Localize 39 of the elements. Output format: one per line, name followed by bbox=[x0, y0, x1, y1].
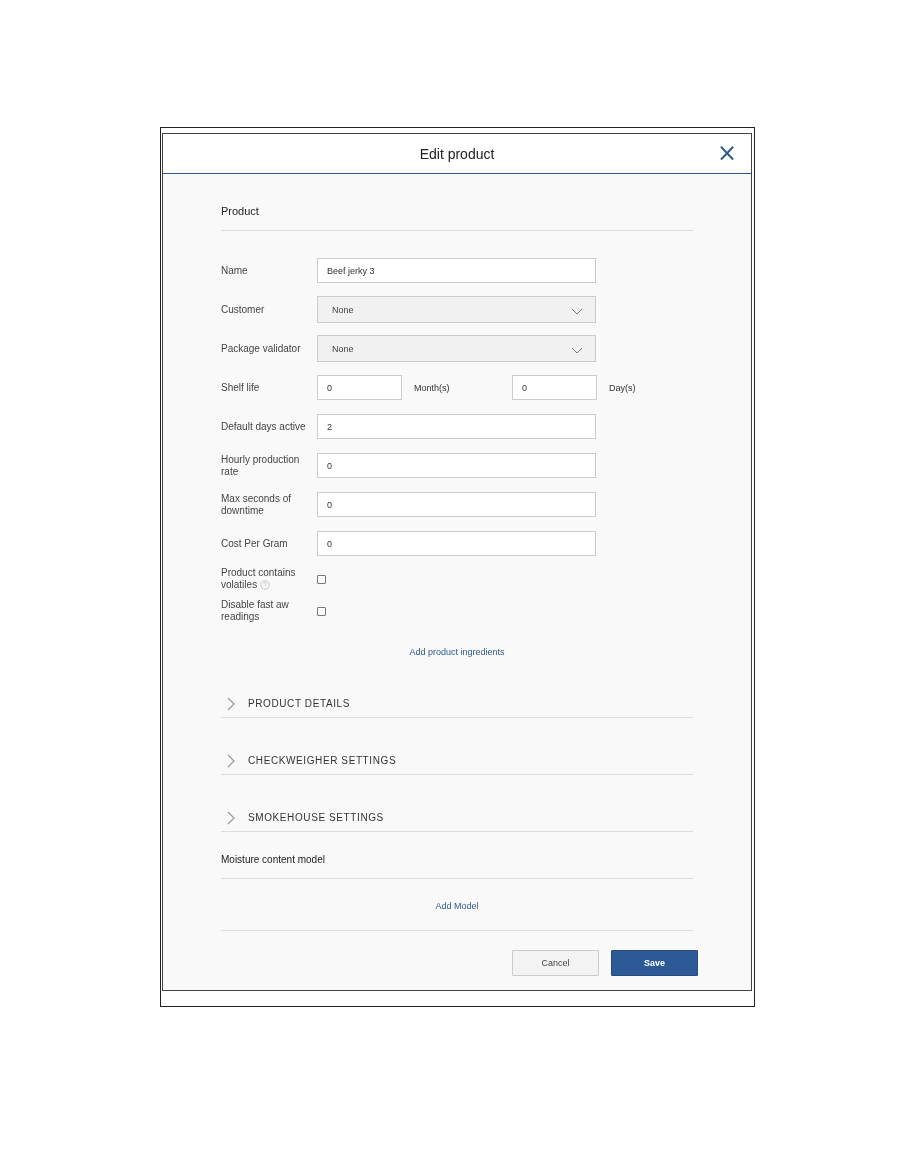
checkbox[interactable] bbox=[317, 606, 326, 616]
close-button[interactable]: × bbox=[714, 143, 739, 163]
field-label: Max seconds of downtime bbox=[221, 492, 293, 517]
section-heading: Product bbox=[221, 174, 693, 231]
field-label: Shelf life bbox=[221, 381, 261, 394]
input-field[interactable]: 0 bbox=[317, 492, 596, 517]
field-label: Cost Per Gram bbox=[221, 537, 289, 550]
accordion-header[interactable]: CHECKWEIGHER SETTINGS bbox=[221, 747, 693, 775]
add-model-link[interactable]: Add Model bbox=[435, 901, 479, 911]
dropdown[interactable]: None bbox=[317, 296, 596, 323]
input-field[interactable]: 0 bbox=[317, 531, 596, 556]
input-field[interactable]: Beef jerky 3 bbox=[317, 258, 596, 283]
accordion-label: SMOKEHOUSE SETTINGS bbox=[248, 812, 384, 823]
input-field[interactable]: 0 bbox=[317, 375, 402, 400]
save-button[interactable]: Save bbox=[611, 950, 698, 976]
add-ingredients-link[interactable]: Add product ingredients bbox=[409, 647, 505, 657]
field-label: Name bbox=[221, 264, 249, 277]
unit-label: Day(s) bbox=[608, 382, 636, 393]
input-field[interactable]: 2 bbox=[317, 414, 596, 439]
input-field[interactable]: 0 bbox=[512, 375, 597, 400]
accordion-label: PRODUCT DETAILS bbox=[248, 698, 350, 709]
dropdown[interactable]: None bbox=[317, 335, 596, 362]
unit-label: Month(s) bbox=[413, 382, 451, 393]
field-label: Hourly production rate bbox=[221, 453, 301, 478]
field-label: Package validator bbox=[221, 342, 302, 355]
accordion-header[interactable]: PRODUCT DETAILS bbox=[221, 690, 693, 718]
section-heading: Moisture content model bbox=[221, 845, 693, 879]
field-label: Disable fast aw readings bbox=[221, 599, 290, 623]
input-field[interactable]: 0 bbox=[317, 453, 596, 478]
chevron-down-icon bbox=[571, 307, 583, 315]
chevron-down-icon bbox=[571, 346, 583, 354]
accordion-label: CHECKWEIGHER SETTINGS bbox=[248, 755, 397, 766]
accordion-header[interactable]: SMOKEHOUSE SETTINGS bbox=[221, 804, 693, 832]
cancel-button[interactable]: Cancel bbox=[512, 950, 599, 976]
field-label: Customer bbox=[221, 303, 266, 316]
field-label: Product contains volatiles bbox=[221, 567, 297, 591]
checkbox[interactable] bbox=[317, 574, 326, 584]
dialog-title: Edit product bbox=[419, 145, 495, 162]
field-label: Default days active bbox=[221, 420, 307, 433]
